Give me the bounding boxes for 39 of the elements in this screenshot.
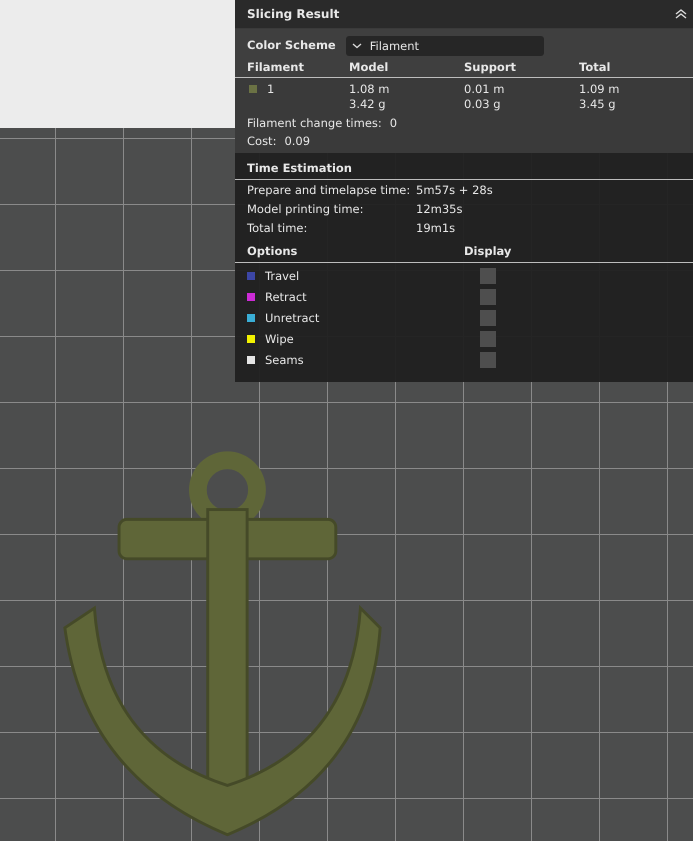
summary-value: 0.09 <box>284 134 310 148</box>
panel-title: Slicing Result <box>247 7 340 21</box>
filament-number: 1 <box>267 82 274 96</box>
option-label: Seams <box>265 352 305 366</box>
display-checkbox[interactable] <box>480 352 496 368</box>
display-checkbox[interactable] <box>480 310 496 326</box>
summary-label: Filament change times: <box>247 116 382 130</box>
time-value: 5m57s + 28s <box>416 182 494 199</box>
table-cell-text: 0.03 g <box>464 97 502 112</box>
column-header: Support <box>464 60 518 74</box>
summary-label: Cost: <box>247 134 276 148</box>
table-cell-text: 1.08 m <box>349 82 390 97</box>
option-label: Retract <box>265 290 308 304</box>
collapse-icon[interactable] <box>675 9 687 19</box>
display-checkbox[interactable] <box>480 288 496 304</box>
time-label: Model printing time: <box>247 201 364 218</box>
column-header: Filament <box>247 60 305 74</box>
color-scheme-dropdown[interactable]: Filament <box>346 36 544 56</box>
time-label: Prepare and timelapse time: <box>247 182 412 199</box>
table-cell-text: 0.01 m <box>464 82 506 97</box>
option-label: Unretract <box>265 310 320 324</box>
option-label: Wipe <box>265 332 295 346</box>
time-label: Total time: <box>247 220 308 237</box>
column-header: Display <box>464 244 512 258</box>
table-cell-text: 3.45 g <box>579 97 617 112</box>
caret-icon <box>352 43 362 49</box>
table-cell-text: 1.09 m <box>579 82 620 97</box>
column-header: Total <box>579 60 612 74</box>
option-label: Travel <box>265 268 300 282</box>
column-header: Options <box>247 244 298 258</box>
summary-value: 0 <box>390 116 398 130</box>
time-value: 12m35s <box>416 201 464 218</box>
color-scheme-label: Color Scheme <box>247 38 336 52</box>
section-title: Time Estimation <box>247 161 352 175</box>
display-checkbox[interactable] <box>480 268 496 284</box>
table-cell-text: 3.42 g <box>349 97 387 112</box>
display-checkbox[interactable] <box>480 330 496 346</box>
time-value: 19m1s <box>416 220 456 237</box>
column-header: Model <box>349 60 390 74</box>
